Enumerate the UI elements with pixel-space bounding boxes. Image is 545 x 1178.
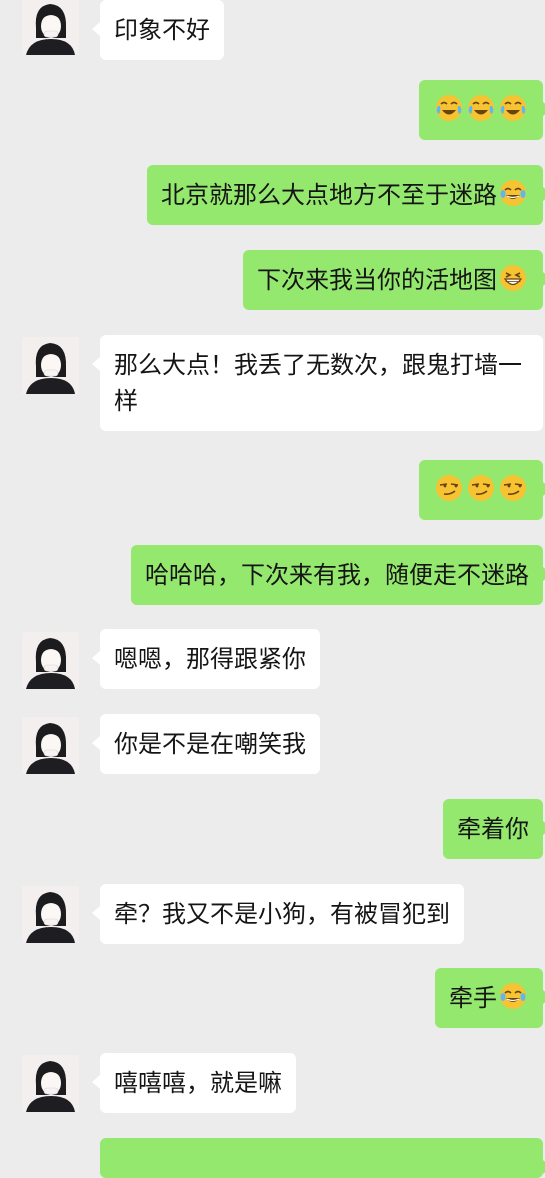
contact-avatar[interactable]: [22, 632, 79, 689]
message-text: 印象不好: [114, 16, 210, 44]
message-text: 牵手: [449, 984, 497, 1012]
contact-avatar[interactable]: [22, 717, 79, 774]
avatar-illustration-icon: [22, 0, 79, 55]
outgoing-message-bubble-partial[interactable]: [100, 1138, 545, 1178]
incoming-message-bubble[interactable]: 你是不是在嘲笑我: [92, 714, 320, 774]
outgoing-message-bubble[interactable]: 北京就那么大点地方不至于迷路: [147, 165, 545, 225]
avatar-illustration-icon: [22, 337, 79, 394]
tears-of-joy-emoji-icon: [498, 981, 528, 1011]
message-text: 牵？我又不是小狗，有被冒犯到: [114, 900, 450, 928]
incoming-message-bubble[interactable]: 牵？我又不是小狗，有被冒犯到: [92, 884, 464, 944]
avatar-illustration-icon: [22, 1055, 79, 1112]
smirk-emoji-icon: [498, 473, 528, 503]
message-text: 下次来我当你的活地图: [257, 266, 497, 294]
avatar-illustration-icon: [22, 886, 79, 943]
outgoing-message-bubble[interactable]: [419, 80, 545, 140]
smirk-emoji-icon: [466, 473, 496, 503]
incoming-message-bubble[interactable]: 印象不好: [92, 0, 224, 60]
outgoing-message-bubble[interactable]: 牵着你: [443, 799, 545, 859]
grinning-emoji-icon: [498, 263, 528, 293]
contact-avatar[interactable]: [22, 1055, 79, 1112]
outgoing-message-bubble[interactable]: 下次来我当你的活地图: [243, 250, 545, 310]
outgoing-message-bubble[interactable]: 哈哈哈，下次来有我，随便走不迷路: [131, 545, 545, 605]
crying-laughing-emoji-icon: [466, 93, 496, 123]
message-text: 嗯嗯，那得跟紧你: [114, 645, 306, 673]
contact-avatar[interactable]: [22, 0, 79, 55]
outgoing-message-bubble[interactable]: 牵手: [435, 968, 545, 1028]
incoming-message-bubble[interactable]: 嘻嘻嘻，就是嘛: [92, 1053, 296, 1113]
avatar-illustration-icon: [22, 717, 79, 774]
crying-laughing-emoji-icon: [498, 93, 528, 123]
message-text: 那么大点！我丢了无数次，跟鬼打墙一样: [114, 351, 522, 415]
message-text: 北京就那么大点地方不至于迷路: [161, 181, 497, 209]
message-text: 牵着你: [457, 815, 529, 843]
crying-laughing-emoji-icon: [434, 93, 464, 123]
avatar-illustration-icon: [22, 632, 79, 689]
message-text: 你是不是在嘲笑我: [114, 730, 306, 758]
contact-avatar[interactable]: [22, 886, 79, 943]
smirk-emoji-icon: [434, 473, 464, 503]
outgoing-message-bubble[interactable]: [419, 460, 545, 520]
message-text: 嘻嘻嘻，就是嘛: [114, 1069, 282, 1097]
contact-avatar[interactable]: [22, 337, 79, 394]
incoming-message-bubble[interactable]: 嗯嗯，那得跟紧你: [92, 629, 320, 689]
tears-of-joy-emoji-icon: [498, 178, 528, 208]
message-text: 哈哈哈，下次来有我，随便走不迷路: [145, 561, 529, 589]
incoming-message-bubble[interactable]: 那么大点！我丢了无数次，跟鬼打墙一样: [92, 335, 543, 431]
